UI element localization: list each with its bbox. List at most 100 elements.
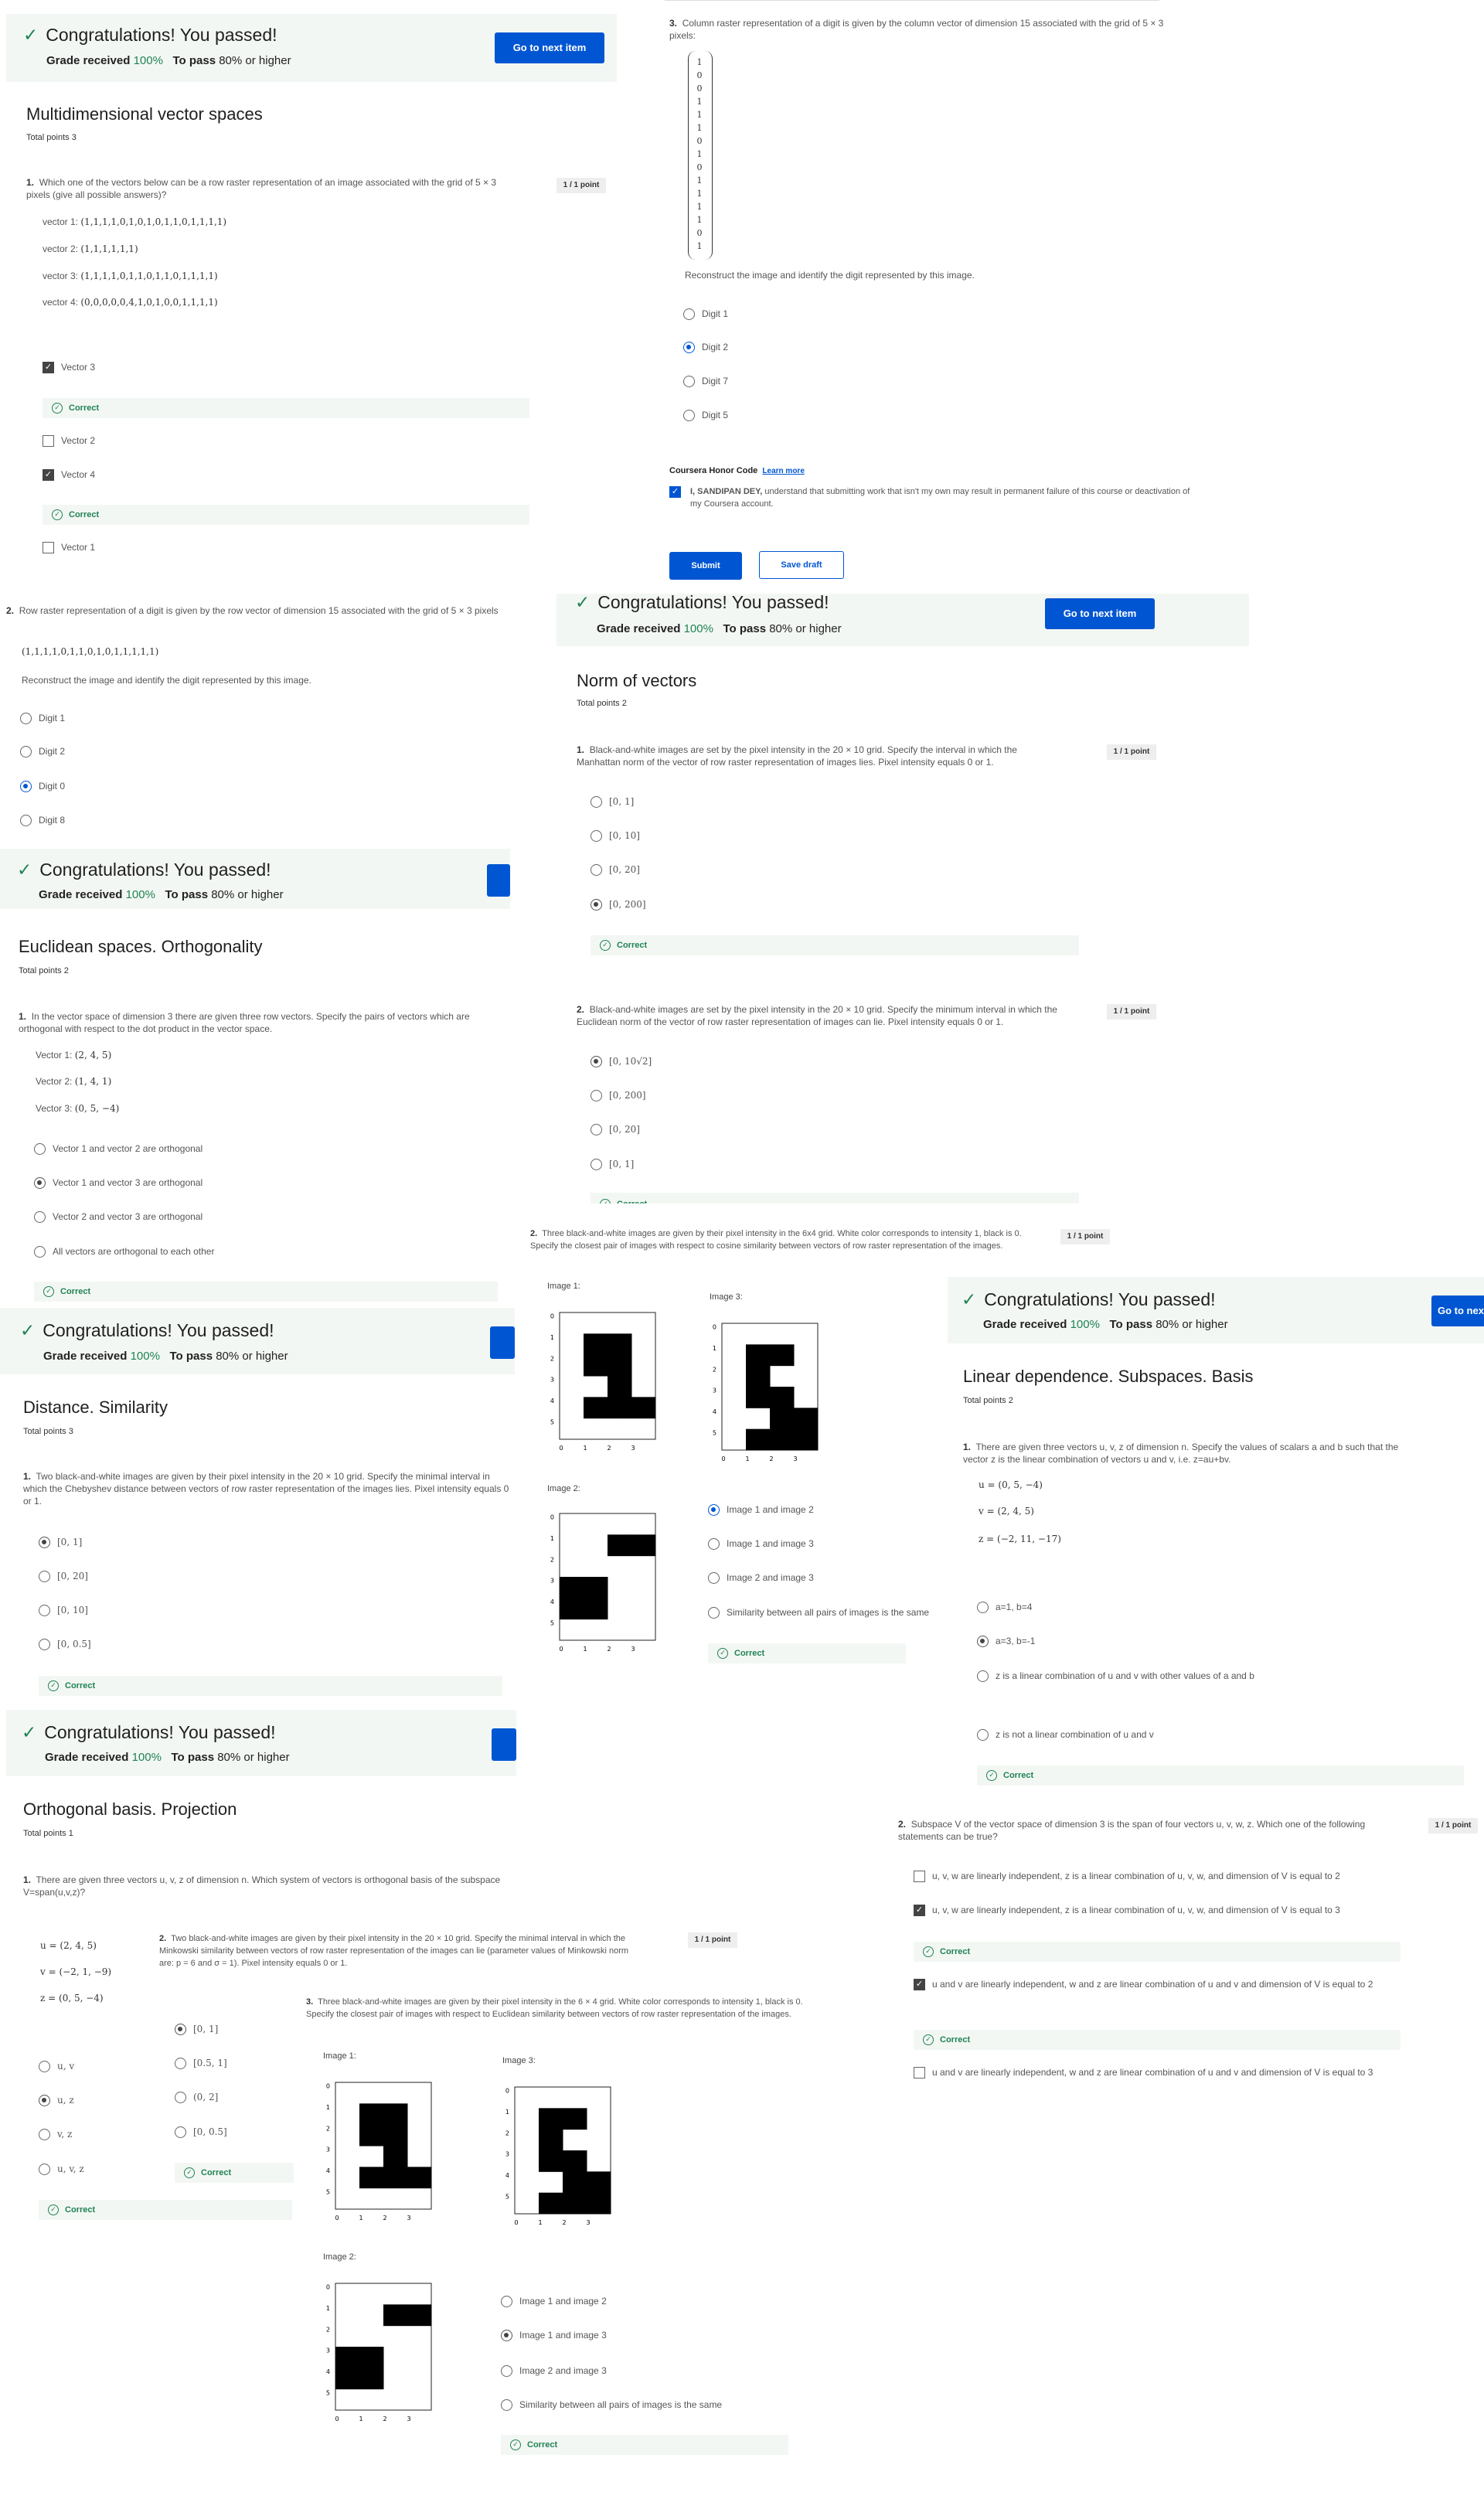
option-radio[interactable]: [0, 20] bbox=[591, 863, 640, 877]
option-radio[interactable]: a=1, b=4 bbox=[977, 1600, 1032, 1614]
x-tick-label: 0 bbox=[559, 1646, 563, 1653]
option-radio[interactable]: Vector 1 and vector 3 are orthogonal bbox=[34, 1176, 203, 1190]
option-radio[interactable]: Image 1 and image 3 bbox=[501, 2328, 607, 2342]
option-checkbox[interactable]: ✓ u, v, w are linearly independent, z is … bbox=[914, 1903, 1340, 1917]
option-radio[interactable]: [0, 10] bbox=[39, 1603, 88, 1617]
option-radio[interactable]: Vector 2 and vector 3 are orthogonal bbox=[34, 1210, 203, 1224]
option-radio[interactable]: z is a linear combination of u and v wit… bbox=[977, 1669, 1254, 1683]
option-radio[interactable]: [0, 1] bbox=[591, 795, 634, 809]
go-to-next-item-button[interactable] bbox=[490, 1326, 515, 1359]
option-radio[interactable]: [0.5, 1] bbox=[175, 2056, 227, 2070]
option-radio[interactable]: Image 1 and image 2 bbox=[708, 1503, 814, 1517]
checkbox-checked-icon: ✓ bbox=[43, 469, 54, 482]
save-draft-button[interactable]: Save draft bbox=[759, 551, 844, 579]
option-radio[interactable]: [0, 10] bbox=[591, 829, 640, 843]
honor-code-checkbox[interactable]: ✓ bbox=[669, 485, 688, 499]
radio-selected-icon bbox=[39, 1537, 50, 1549]
option-checkbox[interactable]: ✓ u and v are linearly independent, w and… bbox=[914, 1977, 1401, 1991]
option-radio[interactable]: Digit 8 bbox=[20, 813, 65, 827]
option-radio[interactable]: Image 2 and image 3 bbox=[501, 2364, 607, 2378]
option-radio[interactable]: (0, 2] bbox=[175, 2090, 218, 2104]
option-radio[interactable]: Image 2 and image 3 bbox=[708, 1571, 814, 1585]
option-radio[interactable]: Digit 1 bbox=[683, 307, 728, 321]
option-radio[interactable]: Similarity between all pairs of images i… bbox=[708, 1605, 929, 1619]
option-radio[interactable]: Image 1 and image 2 bbox=[501, 2294, 607, 2308]
black-pixel bbox=[563, 2192, 587, 2215]
quiz-title: Euclidean spaces. Orthogonality bbox=[19, 937, 263, 956]
option-radio[interactable]: u, v bbox=[39, 2059, 74, 2073]
option-radio[interactable]: v, z bbox=[39, 2127, 72, 2141]
option-radio[interactable]: [0, 1] bbox=[591, 1157, 634, 1171]
option-radio[interactable]: Vector 1 and vector 2 are orthogonal bbox=[34, 1142, 203, 1156]
black-pixel bbox=[746, 1344, 771, 1367]
option-radio[interactable]: [0, 0.5] bbox=[175, 2125, 227, 2139]
x-tick-label: 3 bbox=[407, 2416, 410, 2422]
option-radio[interactable]: [0, 20] bbox=[591, 1122, 640, 1136]
option-radio[interactable]: u, v, z bbox=[39, 2162, 84, 2176]
checkbox-checked-icon: ✓ bbox=[669, 486, 681, 499]
radio-selected-icon bbox=[591, 1056, 602, 1068]
x-tick-label: 2 bbox=[562, 2219, 566, 2226]
y-tick-label: 0 bbox=[326, 2284, 330, 2291]
quiz-title: Multidimensional vector spaces bbox=[26, 104, 263, 124]
black-pixel bbox=[584, 1397, 608, 1419]
option-radio[interactable]: [0, 200] bbox=[591, 1088, 646, 1102]
check-circle-icon: ✓ bbox=[923, 1946, 934, 1958]
option-checkbox[interactable]: Vector 1 bbox=[43, 540, 95, 554]
option-radio[interactable]: Image 1 and image 3 bbox=[708, 1537, 814, 1551]
option-checkbox[interactable]: u and v are linearly independent, w and … bbox=[914, 2065, 1401, 2079]
option-radio[interactable]: z is not a linear combination of u and v bbox=[977, 1728, 1154, 1741]
option-radio[interactable]: [0, 0.5] bbox=[39, 1637, 91, 1651]
y-tick-label: 5 bbox=[550, 1418, 554, 1425]
pixel-grid-svg: 0 1 2 3 4 5 0 1 2 3 bbox=[713, 1323, 819, 1462]
option-radio[interactable]: Similarity between all pairs of images i… bbox=[501, 2398, 722, 2412]
check-circle-icon: ✓ bbox=[52, 509, 63, 521]
image-label: Image 2: bbox=[547, 1484, 580, 1493]
y-tick-label: 5 bbox=[505, 2193, 509, 2200]
option-checkbox[interactable]: u, v, w are linearly independent, z is a… bbox=[914, 1869, 1340, 1883]
x-tick-label: 1 bbox=[359, 2215, 362, 2222]
y-tick-label: 2 bbox=[505, 2130, 509, 2136]
option-checkbox[interactable]: ✓ Vector 3 bbox=[43, 360, 95, 374]
option-radio[interactable]: [0, 200] bbox=[591, 897, 646, 911]
option-radio[interactable]: a=3, b=-1 bbox=[977, 1634, 1035, 1648]
option-radio[interactable]: All vectors are orthogonal to each other bbox=[34, 1244, 214, 1258]
radio-selected-icon bbox=[20, 781, 32, 793]
vector-line: vector 1: (1,1,1,1,0,1,0,1,0,1,1,0,1,1,1… bbox=[43, 216, 227, 227]
go-to-next-item-button[interactable]: Go to next item bbox=[1431, 1295, 1484, 1326]
y-tick-label: 3 bbox=[550, 1578, 554, 1585]
go-to-next-item-button[interactable]: Go to next item bbox=[1045, 598, 1155, 629]
submit-button[interactable]: Submit bbox=[669, 552, 742, 580]
honor-code-text: I, SANDIPAN DEY, understand that submitt… bbox=[690, 487, 1190, 509]
option-radio[interactable]: Digit 0 bbox=[20, 779, 65, 793]
option-radio[interactable]: Digit 1 bbox=[20, 711, 65, 725]
y-tick-label: 4 bbox=[505, 2172, 509, 2179]
option-radio[interactable]: Digit 7 bbox=[683, 374, 728, 388]
vector-line: z = (−2, 11, −17) bbox=[979, 1534, 1061, 1544]
option-radio[interactable]: Digit 2 bbox=[683, 340, 728, 354]
option-radio[interactable]: [0, 1] bbox=[175, 2022, 218, 2036]
go-to-next-item-button[interactable]: Go to next item bbox=[495, 32, 604, 63]
option-checkbox[interactable]: Vector 2 bbox=[43, 434, 95, 448]
option-radio[interactable]: u, z bbox=[39, 2093, 74, 2107]
option-radio[interactable]: [0, 1] bbox=[39, 1535, 82, 1549]
y-tick-label: 1 bbox=[550, 1334, 554, 1341]
learn-more-link[interactable]: Learn more bbox=[762, 467, 804, 475]
question-text: 1. Black-and-white images are set by the… bbox=[577, 744, 1017, 768]
instruction-text: Reconstruct the image and identify the d… bbox=[22, 675, 311, 686]
option-radio[interactable]: [0, 20] bbox=[39, 1569, 88, 1583]
radio-selected-icon bbox=[34, 1177, 46, 1190]
go-to-next-item-button[interactable] bbox=[492, 1728, 516, 1761]
option-checkbox[interactable]: ✓ Vector 4 bbox=[43, 468, 95, 482]
go-to-next-item-button[interactable] bbox=[487, 864, 510, 897]
option-radio[interactable]: Digit 2 bbox=[20, 744, 65, 758]
x-tick-label: 1 bbox=[359, 2416, 362, 2422]
divider bbox=[665, 0, 1159, 1]
option-radio[interactable]: [0, 10√2] bbox=[591, 1054, 652, 1068]
radio-icon bbox=[977, 1670, 989, 1683]
question-text: 1. There are given three vectors u, v, z… bbox=[23, 1874, 501, 1898]
black-pixel bbox=[584, 1598, 608, 1620]
option-radio[interactable]: Digit 5 bbox=[683, 408, 728, 422]
y-tick-label: 3 bbox=[326, 2147, 330, 2153]
question-text: 2. Row raster representation of a digit … bbox=[6, 605, 499, 616]
